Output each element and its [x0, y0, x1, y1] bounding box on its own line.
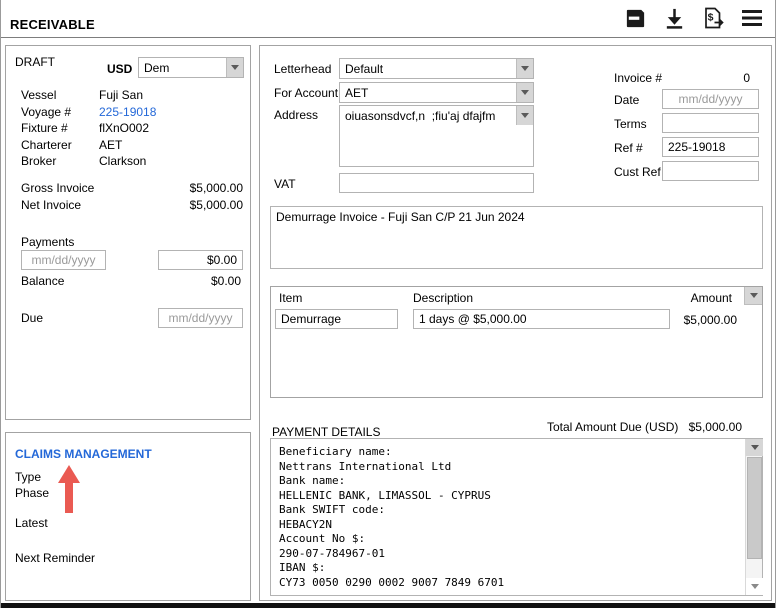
payments-label: Payments [21, 235, 74, 249]
date-label: Date [614, 93, 639, 107]
invoice-title-textarea[interactable]: Demurrage Invoice - Fuji San C/P 21 Jun … [270, 206, 763, 269]
for-account-input[interactable] [339, 82, 534, 103]
item-column-header: Item [279, 291, 302, 305]
currency-label: USD [107, 62, 132, 76]
item-input[interactable] [275, 309, 398, 329]
page-title: RECEIVABLE [10, 17, 95, 32]
invoice-type-dropdown[interactable] [138, 57, 244, 78]
chevron-down-icon[interactable] [226, 58, 243, 77]
scrollbar-thumb[interactable] [747, 457, 762, 559]
svg-text:$: $ [708, 12, 714, 24]
next-reminder-label: Next Reminder [15, 551, 95, 565]
chevron-down-icon[interactable] [516, 59, 533, 78]
header-toolbar: $ [622, 5, 765, 31]
net-invoice-label: Net Invoice [21, 198, 81, 212]
for-account-label: For Account [274, 86, 338, 100]
invoice-no-value: 0 [690, 71, 750, 85]
gross-invoice-row: Gross Invoice $5,000.00 [21, 181, 243, 195]
save-icon[interactable] [622, 5, 648, 31]
chevron-down-icon[interactable] [516, 83, 533, 102]
payment-details-label: PAYMENT DETAILS [272, 425, 380, 439]
window-bottom-edge [1, 603, 776, 608]
receivable-window: RECEIVABLE $ DRAFT USD Vessel Fuji San V… [0, 0, 776, 608]
amount-value: $5,000.00 [667, 313, 737, 327]
chevron-down-icon[interactable] [744, 287, 762, 305]
description-input[interactable] [413, 309, 670, 329]
download-icon[interactable] [661, 5, 687, 31]
scrollbar[interactable] [745, 439, 762, 595]
broker-row: Broker Clarkson [21, 154, 243, 168]
total-due-label: Total Amount Due (USD) [547, 420, 678, 434]
cust-ref-input[interactable] [662, 161, 759, 181]
payment-date-input[interactable] [21, 250, 106, 270]
claims-management-link[interactable]: CLAIMS MANAGEMENT [15, 447, 152, 461]
terms-label: Terms [614, 117, 647, 131]
due-date-input[interactable] [158, 308, 243, 328]
broker-label: Broker [21, 154, 56, 168]
items-table: Item Description Amount $5,000.00 [270, 286, 763, 398]
broker-value: Clarkson [99, 154, 146, 168]
payment-details-field: Beneficiary name: Nettrans International… [270, 438, 763, 596]
balance-label: Balance [21, 274, 64, 288]
address-dropdown[interactable]: oiuasonsdvcf,n ;fiu'aj dfajfm [339, 105, 534, 167]
address-label: Address [274, 108, 318, 122]
cust-ref-label: Cust Ref [614, 165, 661, 179]
claim-phase-label: Phase [15, 486, 49, 500]
payment-amount-input[interactable] [158, 250, 243, 270]
status-badge: DRAFT [15, 55, 55, 69]
fixture-row: Fixture # flXnO002 [21, 121, 243, 135]
description-column-header: Description [413, 291, 473, 305]
voyage-row: Voyage # 225-19018 [21, 105, 243, 119]
charterer-label: Charterer [21, 138, 72, 152]
vessel-row: Vessel Fuji San [21, 88, 243, 102]
voyage-link[interactable]: 225-19018 [99, 105, 156, 119]
terms-input[interactable] [662, 113, 759, 133]
vessel-value: Fuji San [99, 88, 143, 102]
voyage-label: Voyage # [21, 105, 71, 119]
header-divider [1, 37, 776, 38]
due-label: Due [21, 311, 43, 325]
draft-panel: DRAFT USD Vessel Fuji San Voyage # 225-1… [5, 45, 251, 420]
charterer-row: Charterer AET [21, 138, 243, 152]
gross-invoice-value: $5,000.00 [143, 181, 243, 195]
amount-column-header: Amount [672, 291, 732, 305]
address-textarea[interactable]: oiuasonsdvcf,n ;fiu'aj dfajfm [339, 105, 534, 167]
net-invoice-value: $5,000.00 [143, 198, 243, 212]
letterhead-input[interactable] [339, 58, 534, 79]
net-invoice-row: Net Invoice $5,000.00 [21, 198, 243, 212]
fixture-label: Fixture # [21, 121, 68, 135]
total-due-value: $5,000.00 [672, 420, 742, 434]
claim-latest-label: Latest [15, 516, 48, 530]
invoice-no-label: Invoice # [614, 71, 662, 85]
scroll-down-icon[interactable] [746, 578, 763, 595]
ref-input[interactable] [662, 137, 759, 157]
claims-panel: CLAIMS MANAGEMENT Type Phase Latest Next… [5, 432, 251, 601]
annotation-arrow-up-icon [57, 464, 81, 514]
chevron-down-icon[interactable] [516, 106, 533, 125]
fixture-value: flXnO002 [99, 121, 149, 135]
vessel-label: Vessel [21, 88, 56, 102]
charterer-value: AET [99, 138, 122, 152]
letterhead-dropdown[interactable] [339, 58, 534, 79]
invoice-date-input[interactable] [662, 89, 759, 109]
vat-label: VAT [274, 177, 296, 191]
invoice-panel: Letterhead For Account Address oiuasonsd… [259, 45, 772, 601]
for-account-dropdown[interactable] [339, 82, 534, 103]
menu-icon[interactable] [739, 5, 765, 31]
scroll-up-icon[interactable] [746, 439, 763, 456]
gross-invoice-label: Gross Invoice [21, 181, 94, 195]
vat-input[interactable] [339, 173, 534, 193]
ref-label: Ref # [614, 141, 643, 155]
balance-value: $0.00 [141, 274, 241, 288]
letterhead-label: Letterhead [274, 62, 331, 76]
post-invoice-icon[interactable]: $ [700, 5, 726, 31]
claim-type-label: Type [15, 470, 41, 484]
payment-details-textarea[interactable]: Beneficiary name: Nettrans International… [271, 439, 745, 595]
